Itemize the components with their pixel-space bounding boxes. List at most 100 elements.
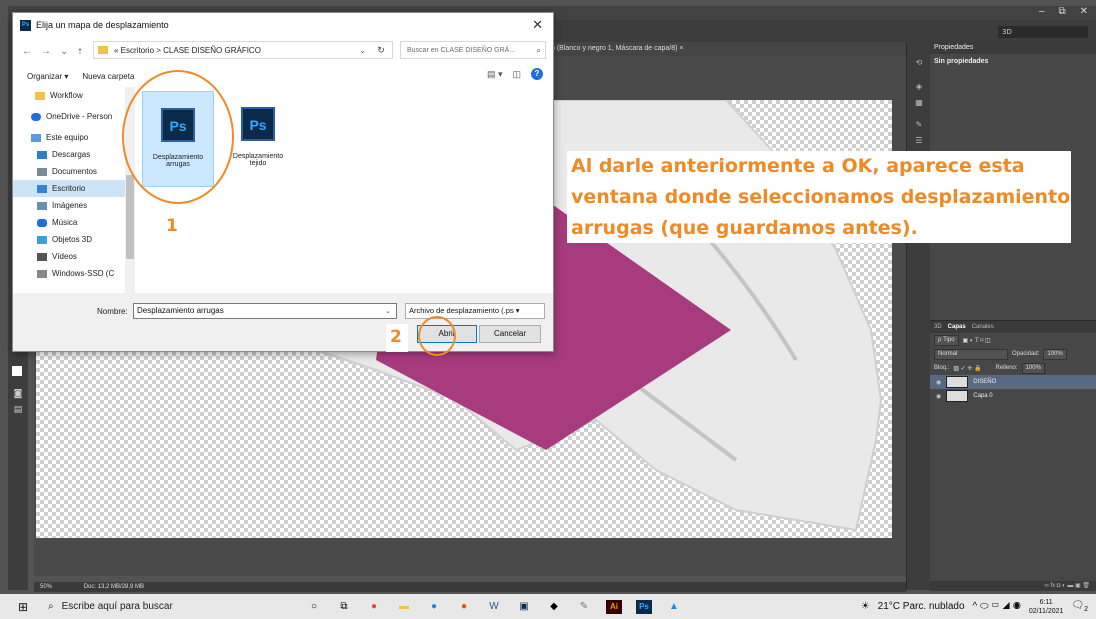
edge-icon[interactable]: ● <box>426 600 442 614</box>
back-arrow-icon[interactable]: ← <box>22 46 32 57</box>
screen-mode-icon[interactable]: ▤ <box>11 404 25 416</box>
tab-3d[interactable]: 3D <box>934 321 942 333</box>
quick-mask-icon[interactable]: ◙ <box>11 388 25 400</box>
nav-item-music[interactable]: Música <box>13 214 125 231</box>
view-options-icon[interactable]: ▤ ▾ <box>487 69 503 80</box>
blend-mode-select[interactable]: Normal <box>934 348 1008 360</box>
layer-row[interactable]: ◉ DISEÑO <box>930 375 1096 389</box>
chevron-down-icon[interactable]: ⌄ <box>60 46 68 57</box>
nav-item-desktop[interactable]: Escritorio <box>13 180 125 197</box>
store-icon[interactable]: ▣ <box>516 600 532 614</box>
nav-item-label: Workflow <box>50 91 83 100</box>
nav-item-videos[interactable]: Vídeos <box>13 248 125 265</box>
nav-item-onedrive[interactable]: OneDrive - Person <box>13 108 125 125</box>
file-name-input[interactable]: Desplazamiento arrugas <box>133 303 397 319</box>
cube-icon <box>37 235 47 244</box>
close-icon[interactable]: ✕ <box>532 17 543 33</box>
file-explorer-icon[interactable]: ▬ <box>396 600 412 614</box>
office-icon[interactable]: ● <box>456 600 472 614</box>
address-row: ← → ⌄ ↑ « Escritorio > CLASE DISEÑO GRÁF… <box>13 37 553 65</box>
open-file-dialog: Ps Elija un mapa de desplazamiento ✕ ← →… <box>12 12 554 352</box>
nav-item-label: Documentos <box>52 167 97 176</box>
taskbar-search[interactable]: ⌕ Escribe aquí para buscar <box>38 594 268 619</box>
zoom-level[interactable]: 50% <box>40 584 52 590</box>
search-input[interactable]: Buscar en CLASE DISEÑO GRÁ... ⌕ <box>400 41 546 59</box>
document-tab[interactable]: 6 (Blanco y negro 1, Máscara de capa/8) … <box>548 42 908 56</box>
photoshop-icon[interactable]: Ps <box>636 599 652 614</box>
new-folder-button[interactable]: Nueva carpeta <box>82 72 134 81</box>
taskbar-search-placeholder: Escribe aquí para buscar <box>61 601 173 612</box>
address-bar[interactable]: « Escritorio > CLASE DISEÑO GRÁFICO ⌄ <box>93 41 393 59</box>
photoshop-logo-icon: Ps <box>20 19 31 31</box>
dialog-footer: Nombre: Desplazamiento arrugas ⌄ Archivo… <box>13 301 553 351</box>
nav-item-workflow[interactable]: Workflow <box>13 87 125 104</box>
help-icon[interactable]: ? <box>531 68 543 80</box>
horizontal-scrollbar[interactable] <box>13 293 553 301</box>
history-icon[interactable]: ⟲ <box>913 58 925 68</box>
file-type-select[interactable]: Archivo de desplazamiento (.ps ▾ <box>405 303 545 319</box>
nav-item-this-pc[interactable]: Este equipo <box>13 129 125 146</box>
nav-item-3d-objects[interactable]: Objetos 3D <box>13 231 125 248</box>
music-icon <box>37 218 47 227</box>
layers-footer-icons[interactable]: ∞ fx ◘ ◐ ▬ ▣ 🗑 <box>930 581 1096 591</box>
refresh-icon[interactable]: ↻ <box>370 41 392 59</box>
close-icon[interactable]: ✕ <box>1080 6 1088 20</box>
restore-icon[interactable]: ⧉ <box>1058 6 1065 20</box>
grid-icon[interactable]: ▦ <box>913 98 925 108</box>
windows-start-icon[interactable]: ⊞ <box>8 600 38 614</box>
3d-icon[interactable]: ◈ <box>913 82 925 92</box>
lock-row: Bloq.: ▧ ✓ ✢ 🔒 Relleno: 100% <box>930 361 1096 375</box>
workspace-select[interactable]: 3D <box>998 26 1088 38</box>
lock-icons[interactable]: ▧ ✓ ✢ 🔒 <box>953 365 981 372</box>
opacity-input[interactable]: 100% <box>1043 348 1067 360</box>
cancel-button[interactable]: Cancelar <box>479 325 541 343</box>
nav-item-downloads[interactable]: Descargas <box>13 146 125 163</box>
tab-channels[interactable]: Canales <box>972 321 994 333</box>
nav-item-documents[interactable]: Documentos <box>13 163 125 180</box>
preview-pane-icon[interactable]: ◫ <box>512 69 521 80</box>
blend-row: Normal Opacidad: 100% <box>930 347 1096 361</box>
chevron-down-icon[interactable]: ⌄ <box>385 307 391 315</box>
photos-icon[interactable]: ▲ <box>666 600 682 614</box>
weather-text[interactable]: 21°C Parc. nublado <box>878 601 965 612</box>
minimize-icon[interactable]: – <box>1039 6 1045 20</box>
search-icon: ⌕ <box>536 46 541 55</box>
cloud-icon <box>31 112 41 121</box>
feather-icon[interactable]: ✎ <box>576 600 592 614</box>
system-tray: ☀ 21°C Parc. nublado ^ ⬭ ▭ ◢ ◉ 6:11 02/1… <box>861 594 1088 619</box>
layer-row[interactable]: ◉ Capa 0 <box>930 389 1096 403</box>
cortana-icon[interactable]: ○ <box>306 600 322 614</box>
clock[interactable]: 6:11 02/11/2021 <box>1029 598 1064 616</box>
nav-item-pictures[interactable]: Imágenes <box>13 197 125 214</box>
filter-icons[interactable]: ▣ ◐ T ⌑ ◫ <box>963 337 991 344</box>
eye-icon[interactable]: ◉ <box>936 393 941 400</box>
breadcrumb[interactable]: « Escritorio > CLASE DISEÑO GRÁFICO <box>114 46 261 55</box>
adjust-icon[interactable]: ☰ <box>913 136 925 146</box>
highlight-circle <box>418 316 456 356</box>
chrome-icon[interactable]: ● <box>366 600 382 614</box>
fill-input[interactable]: 100% <box>1021 362 1045 374</box>
nav-item-windows-ssd[interactable]: Windows-SSD (C <box>13 265 125 282</box>
weather-icon[interactable]: ☀ <box>861 601 870 612</box>
chevron-down-icon[interactable]: ⌄ <box>359 46 366 55</box>
illustrator-icon[interactable]: Ai <box>606 599 622 614</box>
tray-icons[interactable]: ^ ⬭ ▭ ◢ ◉ <box>973 601 1021 612</box>
word-icon[interactable]: W <box>486 600 502 614</box>
tab-layers[interactable]: Capas <box>948 321 966 333</box>
time: 6:11 <box>1039 598 1053 606</box>
organize-button[interactable]: Organizar ▾ <box>27 72 68 81</box>
layer-kind-select[interactable]: ρ Tipo <box>934 334 959 346</box>
notification-icon[interactable]: 🗨2 <box>1071 600 1088 613</box>
eye-icon[interactable]: ◉ <box>936 379 941 386</box>
foreground-color-icon[interactable] <box>12 366 22 376</box>
brush-icon[interactable]: ✎ <box>913 120 925 130</box>
nav-item-label: Escritorio <box>52 184 86 193</box>
task-view-icon[interactable]: ⧉ <box>336 600 352 614</box>
window-controls: – ⧉ ✕ <box>1039 6 1088 20</box>
nav-item-label: Descargas <box>52 150 91 159</box>
forward-arrow-icon[interactable]: → <box>41 46 51 57</box>
inkscape-icon[interactable]: ◆ <box>546 600 562 614</box>
up-arrow-icon[interactable]: ↑ <box>77 46 82 57</box>
scrollbar-thumb[interactable] <box>126 175 134 259</box>
nav-item-label: Este equipo <box>46 133 89 142</box>
